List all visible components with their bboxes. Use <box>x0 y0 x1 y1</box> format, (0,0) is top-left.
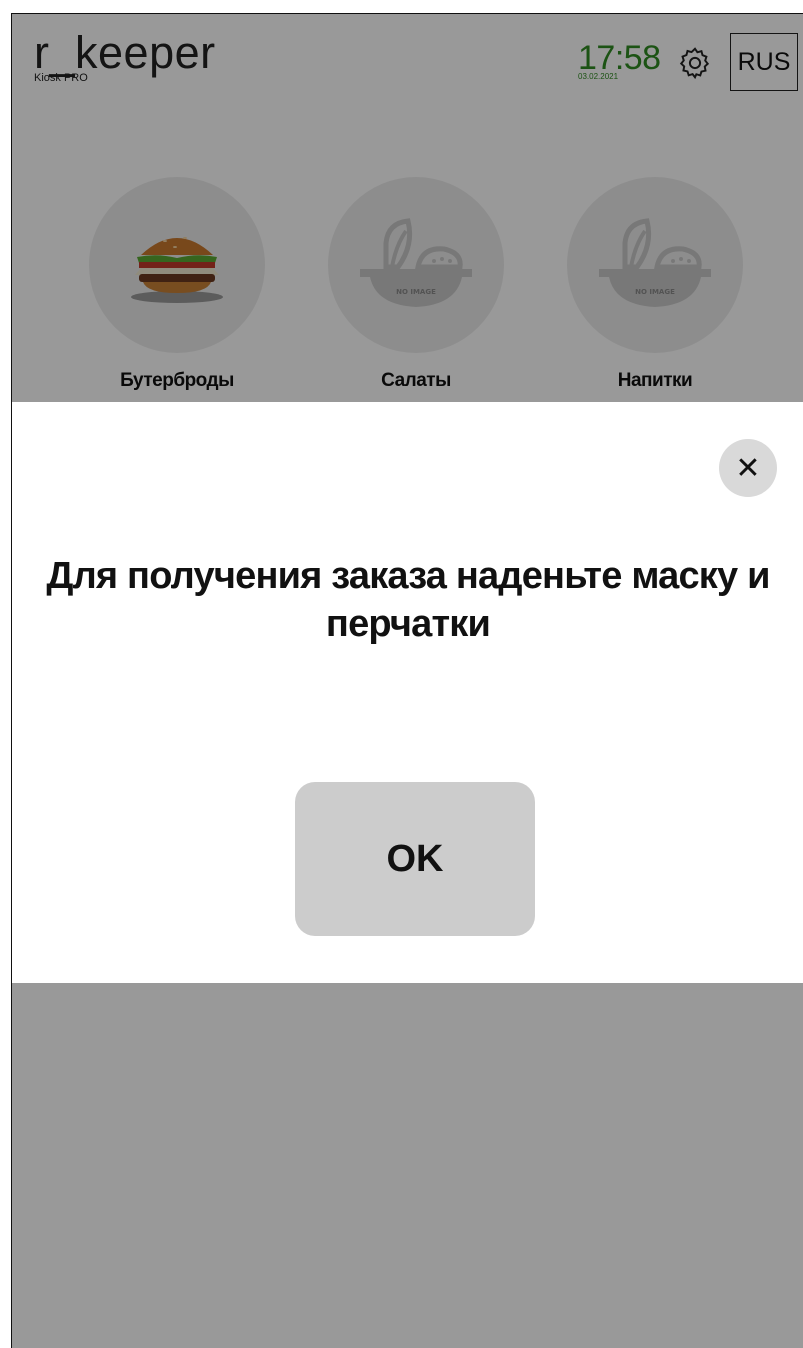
ok-button[interactable]: OK <box>295 782 535 936</box>
close-icon: ✕ <box>735 450 761 486</box>
notice-dialog: ✕ Для получения заказа наденьте маску и … <box>12 402 803 983</box>
ok-button-label: OK <box>386 837 444 880</box>
kiosk-screen: r_keeper Kiosk PRO 17:58 03.02.2021 RUS <box>11 13 803 1348</box>
notice-message: Для получения заказа наденьте маску и пе… <box>46 555 770 645</box>
close-button[interactable]: ✕ <box>719 439 777 497</box>
